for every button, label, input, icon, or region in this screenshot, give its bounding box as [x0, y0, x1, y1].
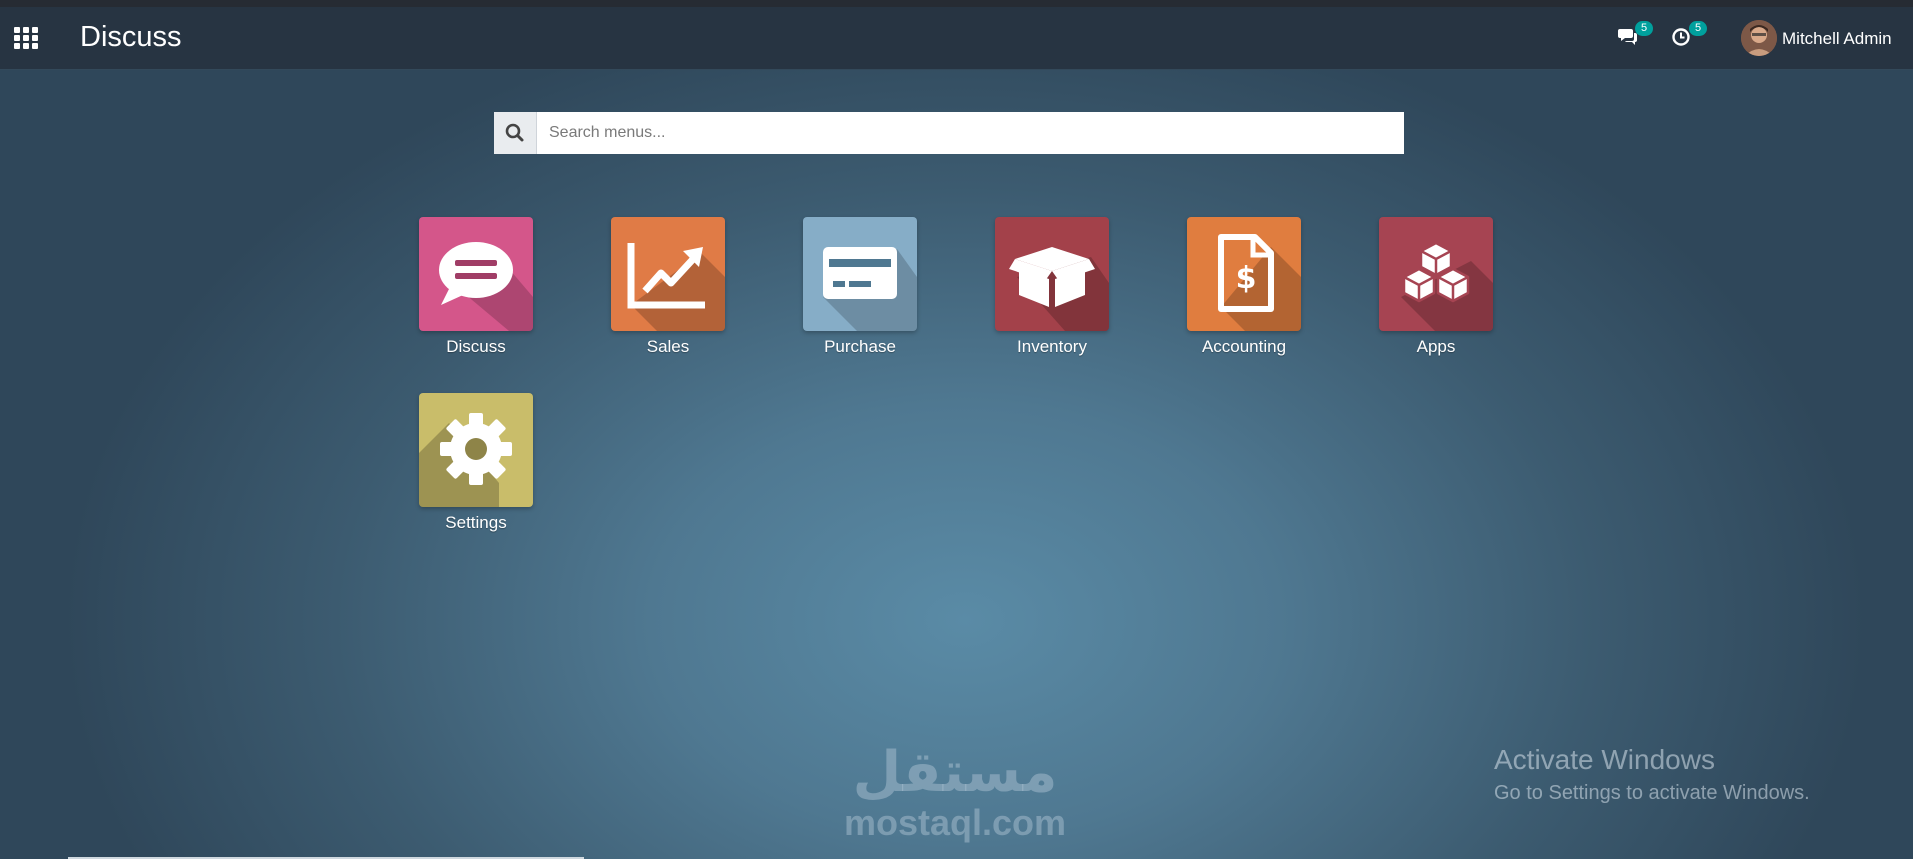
app-accounting-tile: $	[1187, 217, 1301, 331]
activate-windows-title: Activate Windows	[1494, 744, 1715, 775]
messaging-menu[interactable]: 5	[1617, 21, 1653, 53]
app-apps-label: Apps	[1416, 337, 1456, 356]
open-box-icon	[1009, 247, 1109, 331]
app-sales-label: Sales	[646, 337, 690, 356]
app-sales-tile	[611, 217, 725, 331]
trend-chart-icon	[627, 243, 725, 331]
top-navbar: Discuss 5 5 Mitchell Admin	[0, 7, 1913, 70]
activate-windows-notice: Activate Windows Go to Settings to activ…	[1494, 744, 1810, 805]
gear-icon	[419, 413, 512, 507]
app-inventory-label: Inventory	[1017, 337, 1087, 356]
app-settings-label: Settings	[445, 513, 507, 532]
search-icon	[505, 123, 524, 142]
messages-count-badge: 5	[1635, 21, 1653, 36]
svg-text:$: $	[1236, 261, 1257, 296]
watermark-arabic-text: مستقل	[852, 740, 1058, 805]
app-sales[interactable]: Sales	[578, 217, 738, 367]
app-accounting[interactable]: $ Accounting	[1154, 217, 1314, 367]
app-accounting-label: Accounting	[1201, 337, 1287, 356]
app-discuss-label: Discuss	[446, 337, 506, 356]
watermark-latin-text: mostaql.com	[843, 802, 1067, 843]
chat-bubble-icon	[439, 242, 533, 331]
app-inventory-tile	[995, 217, 1109, 331]
app-discuss[interactable]: Discuss	[386, 217, 546, 367]
activity-menu[interactable]: 5	[1671, 21, 1707, 53]
app-purchase-label: Purchase	[824, 337, 896, 356]
app-purchase-tile	[803, 217, 917, 331]
user-name: Mitchell Admin	[1782, 29, 1892, 48]
app-apps[interactable]: Apps	[1346, 217, 1506, 367]
app-settings[interactable]: Settings	[386, 393, 546, 543]
search-menus-input[interactable]	[537, 112, 1404, 154]
app-title: Discuss	[80, 21, 182, 53]
activities-count-badge: 5	[1689, 21, 1707, 36]
window-top-strip	[0, 0, 1913, 7]
activate-windows-subtitle: Go to Settings to activate Windows.	[1494, 782, 1810, 804]
invoice-dollar-icon: $	[1218, 234, 1301, 331]
mostaql-watermark: مستقل mostaql.com	[840, 740, 1080, 843]
app-inventory[interactable]: Inventory	[962, 217, 1122, 367]
search-button[interactable]	[494, 112, 537, 154]
app-discuss-tile	[419, 217, 533, 331]
user-avatar	[1741, 20, 1777, 56]
app-switcher-grid-icon[interactable]	[14, 27, 40, 51]
credit-card-icon	[823, 247, 917, 331]
cubes-icon	[1401, 241, 1493, 331]
app-settings-tile	[419, 393, 533, 507]
app-purchase[interactable]: Purchase	[770, 217, 930, 367]
menu-search-bar	[494, 112, 1404, 154]
app-apps-tile	[1379, 217, 1493, 331]
